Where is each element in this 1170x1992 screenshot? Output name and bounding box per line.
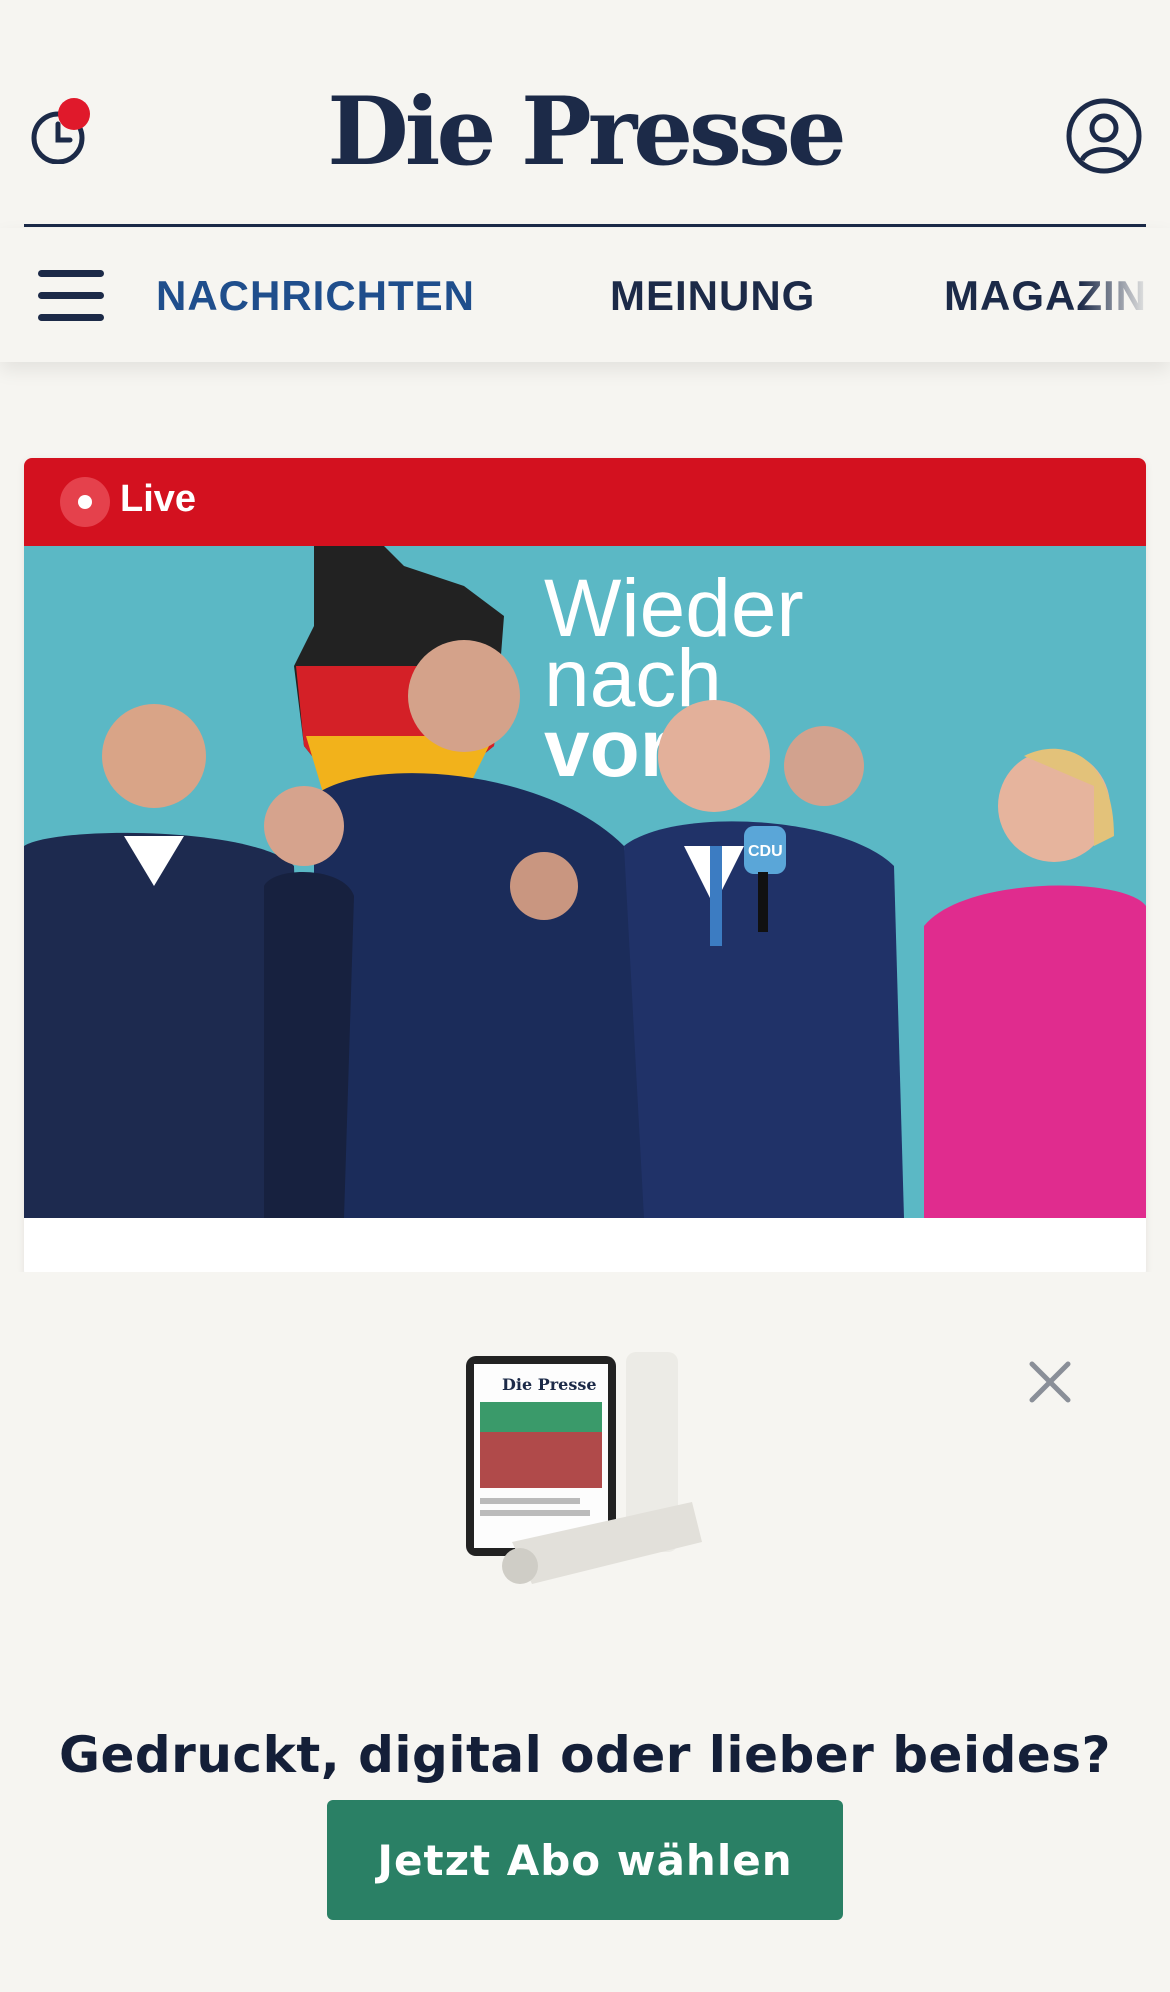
promo-logo-text: Die Presse [502, 1375, 597, 1394]
live-banner: Live [24, 458, 1146, 546]
live-label: Live [120, 478, 197, 520]
user-icon [1066, 98, 1142, 174]
close-button[interactable] [1024, 1356, 1076, 1408]
photo-illustration: Wieder nach vorne CDU [24, 546, 1146, 1218]
mic-label: CDU [748, 843, 783, 860]
promo-headline: Gedruckt, digital oder lieber beides? [58, 1726, 1112, 1784]
nav-item-meinung[interactable]: MEINUNG [610, 272, 815, 320]
live-indicator-icon [60, 477, 110, 527]
subscribe-button[interactable]: Jetzt Abo wählen [327, 1800, 843, 1920]
hamburger-menu-icon[interactable] [38, 270, 106, 322]
main-navigation: NACHRICHTEN MEINUNG MAGAZIN [0, 228, 1170, 362]
site-logo[interactable]: Die Presse [0, 82, 1170, 182]
nav-item-nachrichten[interactable]: NACHRICHTEN [156, 272, 475, 320]
article-photo[interactable]: Wieder nach vorne CDU [24, 546, 1146, 1218]
subscription-modal: Die Presse Gedruckt, digital oder lieber… [0, 1272, 1170, 1992]
promo-devices-image: Die Presse [462, 1352, 712, 1592]
nav-scroll-fade [1080, 228, 1170, 362]
account-button[interactable] [1066, 98, 1142, 174]
site-header: Die Presse [0, 0, 1170, 228]
header-divider [24, 224, 1146, 227]
article-card[interactable]: Live Wieder nach vorne CDU [24, 458, 1146, 1278]
close-icon [1029, 1361, 1071, 1403]
